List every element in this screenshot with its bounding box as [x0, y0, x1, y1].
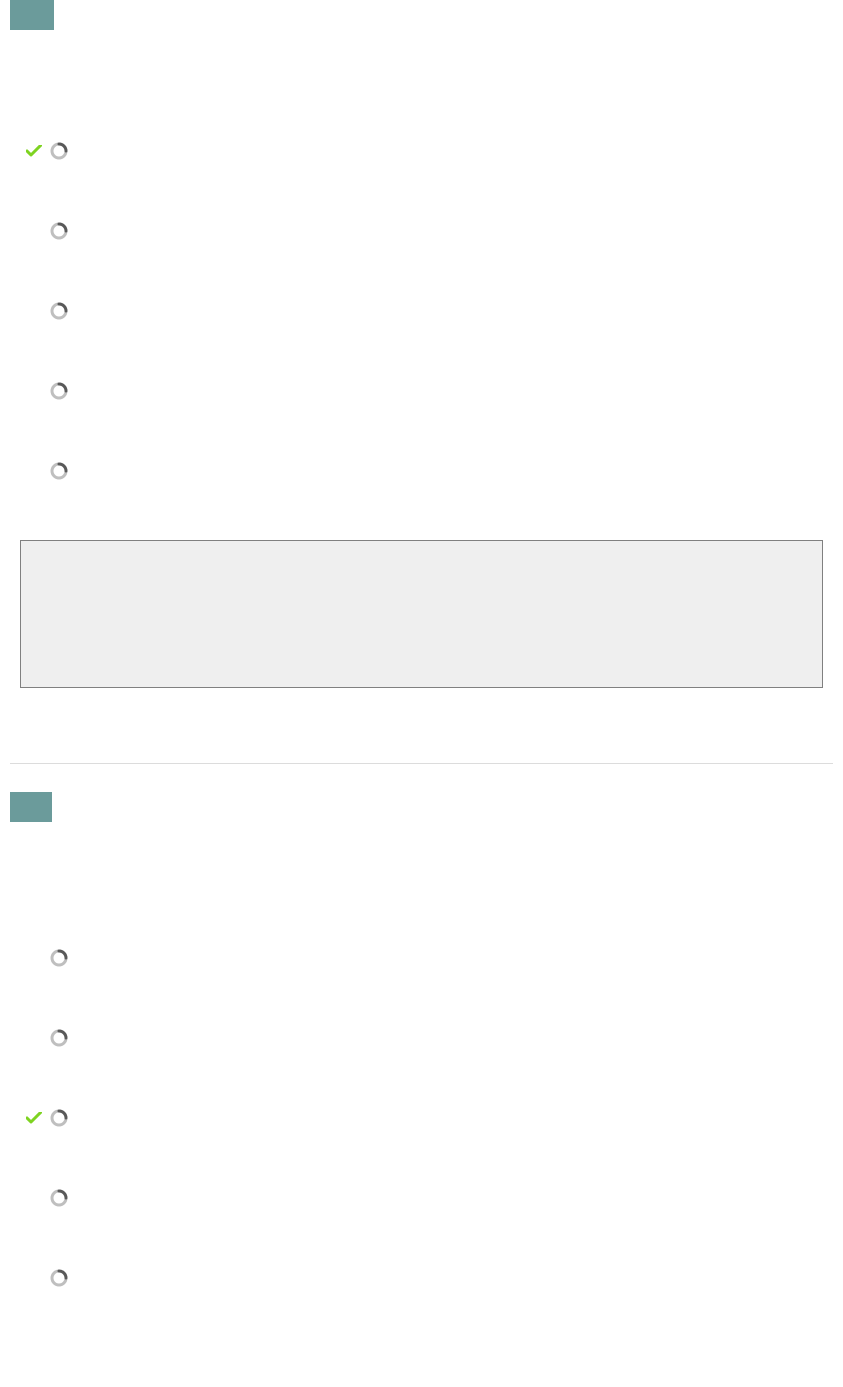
loading-spinner-icon: [50, 1029, 68, 1047]
answer-option[interactable]: [24, 1027, 833, 1049]
answer-option-list: [10, 947, 833, 1289]
check-slot-empty: [24, 463, 44, 479]
answer-option[interactable]: [24, 220, 833, 242]
explanation-textarea[interactable]: [20, 540, 823, 688]
check-slot-empty: [24, 303, 44, 319]
loading-spinner-icon: [50, 949, 68, 967]
check-slot-empty: [24, 1190, 44, 1206]
section-divider: [10, 763, 833, 764]
check-slot-empty: [24, 1270, 44, 1286]
answer-option[interactable]: [24, 947, 833, 969]
loading-spinner-icon: [50, 382, 68, 400]
correct-check-icon: [24, 143, 44, 159]
answer-option[interactable]: [24, 140, 833, 162]
check-slot-empty: [24, 950, 44, 966]
answer-option-list: [10, 140, 833, 482]
answer-option[interactable]: [24, 1107, 833, 1129]
answer-option[interactable]: [24, 460, 833, 482]
check-slot-empty: [24, 1030, 44, 1046]
answer-option[interactable]: [24, 300, 833, 322]
loading-spinner-icon: [50, 1189, 68, 1207]
loading-spinner-icon: [50, 1269, 68, 1287]
check-slot-empty: [24, 383, 44, 399]
question-number-badge: [10, 0, 54, 30]
answer-option[interactable]: [24, 1267, 833, 1289]
check-slot-empty: [24, 223, 44, 239]
loading-spinner-icon: [50, 462, 68, 480]
loading-spinner-icon: [50, 142, 68, 160]
loading-spinner-icon: [50, 222, 68, 240]
question-section-1: [10, 0, 833, 693]
loading-spinner-icon: [50, 302, 68, 320]
question-number-badge: [10, 792, 52, 822]
answer-option[interactable]: [24, 1187, 833, 1209]
answer-option[interactable]: [24, 380, 833, 402]
question-section-2: [10, 792, 833, 1289]
explanation-textarea-wrap: [10, 540, 833, 693]
correct-check-icon: [24, 1110, 44, 1126]
loading-spinner-icon: [50, 1109, 68, 1127]
